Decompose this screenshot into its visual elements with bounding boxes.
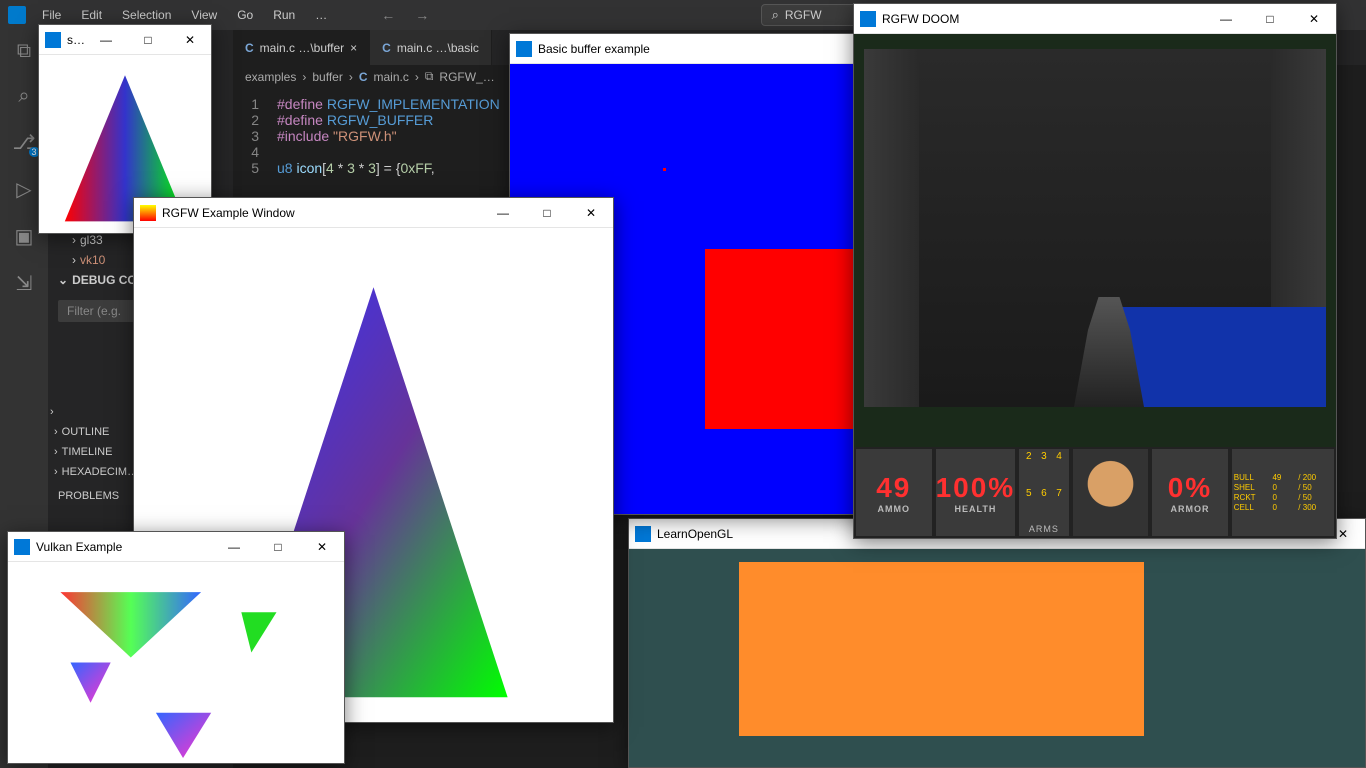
- window-title: Basic buffer example: [538, 42, 650, 56]
- hud-armor-value: 0%: [1168, 472, 1212, 504]
- hud-armor-label: ARMOR: [1170, 504, 1209, 514]
- tab-main-buffer[interactable]: C main.c …\buffer ×: [233, 30, 370, 65]
- minimize-button[interactable]: —: [1204, 4, 1248, 34]
- nav-forward-icon[interactable]: →: [409, 5, 435, 25]
- close-button[interactable]: ✕: [1292, 4, 1336, 34]
- close-button[interactable]: ✕: [169, 25, 211, 55]
- window-title: RGFW Example Window: [162, 206, 295, 220]
- red-pixel: [663, 168, 666, 171]
- vscode-menu: File Edit Selection View Go Run …: [34, 4, 335, 26]
- app-icon: [140, 205, 156, 221]
- close-button[interactable]: ✕: [300, 532, 344, 562]
- minimize-button[interactable]: —: [481, 198, 525, 228]
- hud-health-label: HEALTH: [954, 504, 996, 514]
- window-title: LearnOpenGL: [657, 527, 733, 541]
- minimize-button[interactable]: —: [212, 532, 256, 562]
- nav-back-icon[interactable]: ←: [375, 5, 401, 25]
- menu-go[interactable]: Go: [229, 4, 261, 26]
- extensions-icon[interactable]: ▣: [15, 224, 34, 249]
- menu-file[interactable]: File: [34, 4, 69, 26]
- symbol-icon: ⧉: [425, 69, 434, 84]
- explorer-icon[interactable]: ⧉: [17, 40, 31, 63]
- menu-run[interactable]: Run: [265, 4, 303, 26]
- app-icon: [516, 41, 532, 57]
- vulkan-viewport: [8, 562, 344, 763]
- window-learnopengl[interactable]: LearnOpenGL — □ ✕: [628, 518, 1366, 768]
- maximize-button[interactable]: □: [525, 198, 569, 228]
- orange-rectangle: [739, 562, 1144, 736]
- remote-icon[interactable]: ⇲: [16, 271, 33, 296]
- minimize-button[interactable]: —: [85, 25, 127, 55]
- hud-face: [1071, 447, 1151, 538]
- tab-label: main.c …\buffer: [260, 41, 344, 55]
- c-file-icon: C: [382, 41, 391, 55]
- learnopengl-viewport: [629, 549, 1365, 767]
- app-icon: [14, 539, 30, 555]
- hud-ammo-label: AMMO: [878, 504, 911, 514]
- menu-view[interactable]: View: [183, 4, 225, 26]
- hud-ammo-grid: BULL49/ 200SHEL0/ 50RCKT0/ 50CELL0/ 300: [1230, 447, 1336, 538]
- maximize-button[interactable]: □: [256, 532, 300, 562]
- vscode-nav: ← →: [375, 5, 435, 25]
- doom-3d-view: [864, 49, 1327, 407]
- app-icon: [45, 32, 61, 48]
- close-button[interactable]: ✕: [569, 198, 613, 228]
- app-icon: [860, 11, 876, 27]
- c-file-icon: C: [245, 41, 254, 55]
- window-title: s…: [67, 33, 85, 47]
- tab-close-icon[interactable]: ×: [350, 41, 357, 55]
- window-rgfw-doom[interactable]: RGFW DOOM — □ ✕ 49AMMO 100%HEALTH 234567…: [853, 3, 1337, 539]
- tab-label: main.c …\basic: [397, 41, 479, 55]
- tab-main-basic[interactable]: C main.c …\basic: [370, 30, 492, 65]
- search-text: RGFW: [785, 8, 822, 22]
- menu-more[interactable]: …: [307, 4, 335, 26]
- vulkan-triangles: [8, 562, 344, 763]
- run-debug-icon[interactable]: ▷: [16, 177, 31, 202]
- menu-edit[interactable]: Edit: [73, 4, 110, 26]
- crumb[interactable]: examples: [245, 70, 296, 84]
- crumb[interactable]: RGFW_…: [439, 70, 494, 84]
- menu-selection[interactable]: Selection: [114, 4, 179, 26]
- c-file-icon: C: [359, 70, 368, 84]
- doom-hud: 49AMMO 100%HEALTH 234567ARMS 0%ARMOR BUL…: [854, 447, 1336, 538]
- window-vulkan-example[interactable]: Vulkan Example — □ ✕: [7, 531, 345, 764]
- window-title: Vulkan Example: [36, 540, 122, 554]
- hud-ammo-value: 49: [876, 472, 911, 504]
- window-title: RGFW DOOM: [882, 12, 959, 26]
- vscode-logo-icon: [8, 6, 26, 24]
- maximize-button[interactable]: □: [127, 25, 169, 55]
- search-icon[interactable]: ⌕: [18, 85, 29, 108]
- source-control-icon[interactable]: ⎇: [12, 130, 35, 155]
- crumb[interactable]: buffer: [312, 70, 342, 84]
- doom-viewport: 49AMMO 100%HEALTH 234567ARMS 0%ARMOR BUL…: [854, 34, 1336, 538]
- hud-arms: 234567ARMS: [1017, 447, 1070, 538]
- crumb[interactable]: main.c: [374, 70, 409, 84]
- app-icon: [635, 526, 651, 542]
- maximize-button[interactable]: □: [1248, 4, 1292, 34]
- hud-health-value: 100%: [936, 472, 1016, 504]
